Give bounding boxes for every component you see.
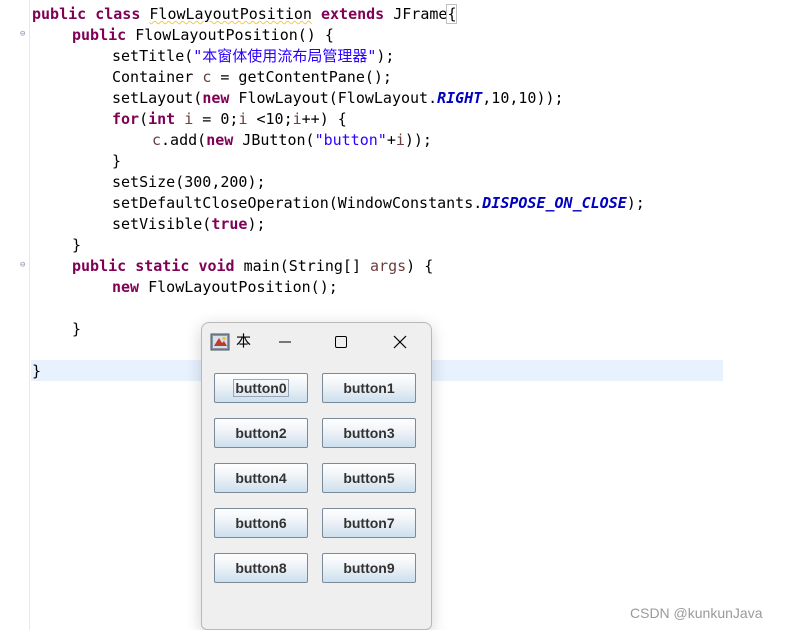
button-0[interactable]: button0	[214, 373, 308, 403]
code-line-close-op: setDefaultCloseOperation(WindowConstants…	[112, 194, 645, 212]
button-2[interactable]: button2	[214, 418, 308, 448]
button-5[interactable]: button5	[322, 463, 416, 493]
code-line-for-close: }	[112, 152, 122, 170]
minimize-icon	[279, 341, 291, 343]
code-line-constructor: public FlowLayoutPosition() {	[72, 26, 334, 44]
code-line-main-close: }	[72, 320, 82, 338]
code-line-setvisible: setVisible(true);	[112, 215, 266, 233]
code-line-class-decl: public class FlowLayoutPosition extends …	[32, 4, 458, 24]
minimize-button[interactable]	[272, 330, 298, 354]
code-line-setsize: setSize(300,200);	[112, 173, 266, 191]
fold-collapse-icon[interactable]: ⊖	[20, 28, 25, 40]
code-line-for-loop: for(int i = 0;i <10;i++) {	[112, 110, 347, 128]
code-line-add-button: c.add(new JButton("button"+i));	[152, 131, 432, 149]
button-6[interactable]: button6	[214, 508, 308, 538]
jframe-window[interactable]: 本 button0 button1 button2 button3 button…	[201, 322, 432, 630]
maximize-icon	[335, 336, 347, 348]
window-titlebar[interactable]: 本	[202, 323, 431, 361]
code-line-main: public static void main(String[] args) {	[72, 257, 434, 275]
code-line-container: Container c = getContentPane();	[112, 68, 392, 86]
code-line-settitle: setTitle("本窗体使用流布局管理器");	[112, 47, 395, 65]
button-4[interactable]: button4	[214, 463, 308, 493]
fold-collapse-icon[interactable]: ⊖	[20, 259, 25, 271]
button-1[interactable]: button1	[322, 373, 416, 403]
code-line-constructor-close: }	[72, 236, 82, 254]
button-8[interactable]: button8	[214, 553, 308, 583]
button-3[interactable]: button3	[322, 418, 416, 448]
gutter-divider	[29, 0, 30, 630]
java-app-icon	[210, 332, 230, 352]
button-9[interactable]: button9	[322, 553, 416, 583]
code-line-setlayout: setLayout(new FlowLayout(FlowLayout.RIGH…	[112, 89, 564, 107]
code-line-class-close: }	[32, 362, 42, 380]
close-icon	[393, 335, 407, 349]
maximize-button[interactable]	[328, 330, 354, 354]
code-line-new-instance: new FlowLayoutPosition();	[112, 278, 338, 296]
window-title: 本	[236, 333, 252, 350]
close-button[interactable]	[387, 330, 413, 354]
button-7[interactable]: button7	[322, 508, 416, 538]
watermark: CSDN @kunkunJava	[630, 605, 763, 621]
